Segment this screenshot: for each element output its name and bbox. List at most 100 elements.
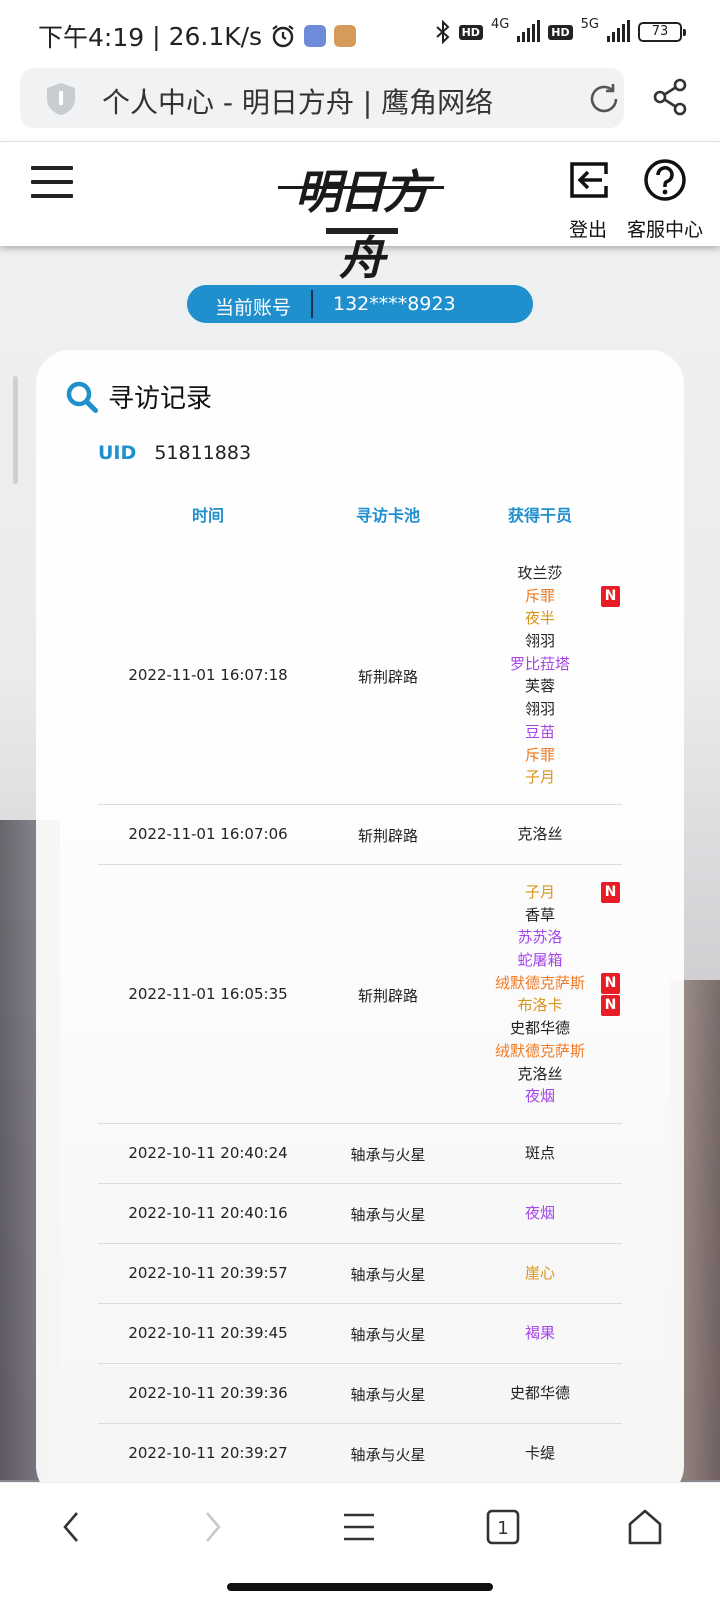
table-row: 2022-11-01 16:07:18 斩荆辟路 玫兰莎 斥罪 N 夜半 翎羽 罗比菈塔 芙蓉翎… [98,546,622,805]
operator-label: 绒默德克萨斯 [494,1041,585,1060]
uid-label: UID [98,442,137,464]
status-speed: 26.1K/s [168,21,263,51]
operator-name: 卡缇 [458,1442,622,1465]
row-time: 2022-11-01 16:07:06 [128,825,288,843]
site-header: 明日方舟 登出 客服中心 [0,142,720,285]
table-row: 2022-10-11 20:39:45 轴承与火星 褐果 [98,1304,622,1364]
table-row: 2022-10-11 20:40:16 轴承与火星 夜烟 [98,1184,622,1244]
row-time: 2022-10-11 20:40:16 [128,1204,288,1222]
row-pool: 斩荆辟路 [357,668,418,686]
operator-name: 蛇屠箱 [458,949,622,972]
operator-name: 豆苗 [458,721,622,744]
operator-label: 芙蓉 [524,677,555,696]
table-header: 时间 寻访卡池 获得干员 [98,502,622,532]
row-operators: 褐果 [458,1322,622,1345]
help-icon [644,159,686,201]
row-pool: 斩荆辟路 [357,827,418,845]
signal-icon-2 [607,20,630,42]
operator-label: 卡缇 [524,1444,555,1462]
operator-label: 罗比菈塔 [509,654,570,673]
status-bar: 下午4:19 | 26.1K/s HD 4G HD 5G 73 [0,0,720,64]
operator-name: 克洛丝 [458,823,622,846]
tabs-button[interactable]: 1 [478,1505,528,1549]
records-title: 寻访记录 [64,378,212,415]
menu-icon[interactable] [31,166,73,198]
column-header-time: 时间 [191,506,224,525]
alarm-icon [272,25,294,48]
records-card: 寻访记录 UID 51811883 时间 寻访卡池 获得干员 2022-11-0… [36,350,684,1500]
row-pool: 轴承与火星 [350,1446,426,1464]
operator-label: 豆苗 [524,722,555,741]
customer-service-button[interactable]: 客服中心 [624,158,706,242]
operator-name: 夜烟 [458,1202,622,1225]
operator-name: 绒默德克萨斯 [458,1040,622,1063]
operator-label: 崖心 [524,1264,555,1282]
row-time: 2022-10-11 20:39:27 [128,1444,288,1462]
operator-label: 绒默德克萨斯 [494,973,585,992]
table-row: 2022-11-01 16:05:35 斩荆辟路 子月 N 香草 苏苏洛 蛇屠箱 绒默德克萨斯… [98,865,622,1124]
address-field[interactable]: 个人中心 - 明日方舟 | 鹰角网络 [20,68,624,128]
operator-name: 斥罪 [458,744,622,767]
row-time: 2022-10-11 20:39:36 [128,1384,288,1402]
url-title[interactable]: 个人中心 - 明日方舟 | 鹰角网络 [102,81,493,121]
search-icon [66,381,98,413]
row-operators: 斑点 [458,1142,622,1165]
row-time: 2022-10-11 20:40:24 [128,1144,288,1162]
operator-name: 芙蓉 [458,675,622,698]
new-badge: N [601,882,620,903]
account-label: 当前账号 [215,297,292,319]
operator-label: 翎羽 [524,632,555,651]
operator-label: 子月 [524,768,555,787]
forward-button[interactable] [188,1505,238,1549]
operator-name: 翎羽 [458,630,622,653]
table-row: 2022-10-11 20:39:57 轴承与火星 崖心 [98,1244,622,1304]
new-badge: N [601,995,620,1017]
operator-name: 玫兰莎 [458,562,622,585]
security-shield-icon[interactable] [44,81,78,117]
home-button[interactable] [620,1505,670,1549]
app-notification-icon [304,25,327,47]
chevron-right-icon [206,1512,221,1542]
operator-label: 斑点 [524,1144,555,1162]
new-badge: N [601,972,620,994]
new-badge: N [601,585,620,607]
operator-name: 绒默德克萨斯 N [458,972,622,995]
bluetooth-icon [435,20,450,44]
table-row: 2022-10-11 20:39:36 轴承与火星 史都华德 [98,1364,622,1424]
account-divider [311,290,313,318]
tabs-icon: 1 [486,1509,520,1545]
operator-label: 夜烟 [524,1087,555,1106]
row-operators: 子月 N 香草 苏苏洛 蛇屠箱 绒默德克萨斯 N 布洛卡 N 史都华德 绒默德克萨斯 克洛丝 夜烟 [458,881,622,1108]
browser-bottom-nav: 1 [0,1482,720,1600]
operator-name: 布洛卡 N [458,994,622,1017]
operator-label: 玫兰莎 [517,564,563,582]
signal-icon [517,20,541,42]
table-row: 2022-10-11 20:39:27 轴承与火星 卡缇 [98,1424,622,1484]
row-pool: 轴承与火星 [350,1386,426,1404]
status-right: HD 4G HD 5G 73 [435,17,686,44]
location-notification-icon [334,25,357,47]
reload-icon[interactable] [586,81,622,117]
operator-label: 史都华德 [509,1019,570,1038]
operator-label: 夜烟 [524,1204,555,1222]
battery-icon: 73 [638,22,686,42]
operator-label: 翎羽 [524,700,555,719]
row-operators: 夜烟 [458,1202,622,1225]
logout-button[interactable]: 登出 [560,158,616,242]
operator-name: 罗比菈塔 [458,653,622,676]
arknights-logo[interactable]: 明日方舟 [278,156,444,285]
logo-underbar [326,228,398,234]
scroll-indicator[interactable] [13,376,18,484]
records-title-text: 寻访记录 [108,384,213,414]
operator-name: 克洛丝 [458,1063,622,1086]
gesture-bar[interactable] [227,1583,493,1591]
operator-label: 克洛丝 [517,1064,563,1083]
operator-label: 斥罪 [524,745,555,764]
account-value: 132****8923 [333,293,456,315]
menu-button[interactable] [334,1505,384,1549]
share-icon[interactable] [651,78,689,116]
home-icon [628,1509,662,1545]
operator-name: 夜烟 [458,1085,622,1108]
operator-label: 布洛卡 [517,996,563,1015]
back-button[interactable] [46,1505,96,1549]
